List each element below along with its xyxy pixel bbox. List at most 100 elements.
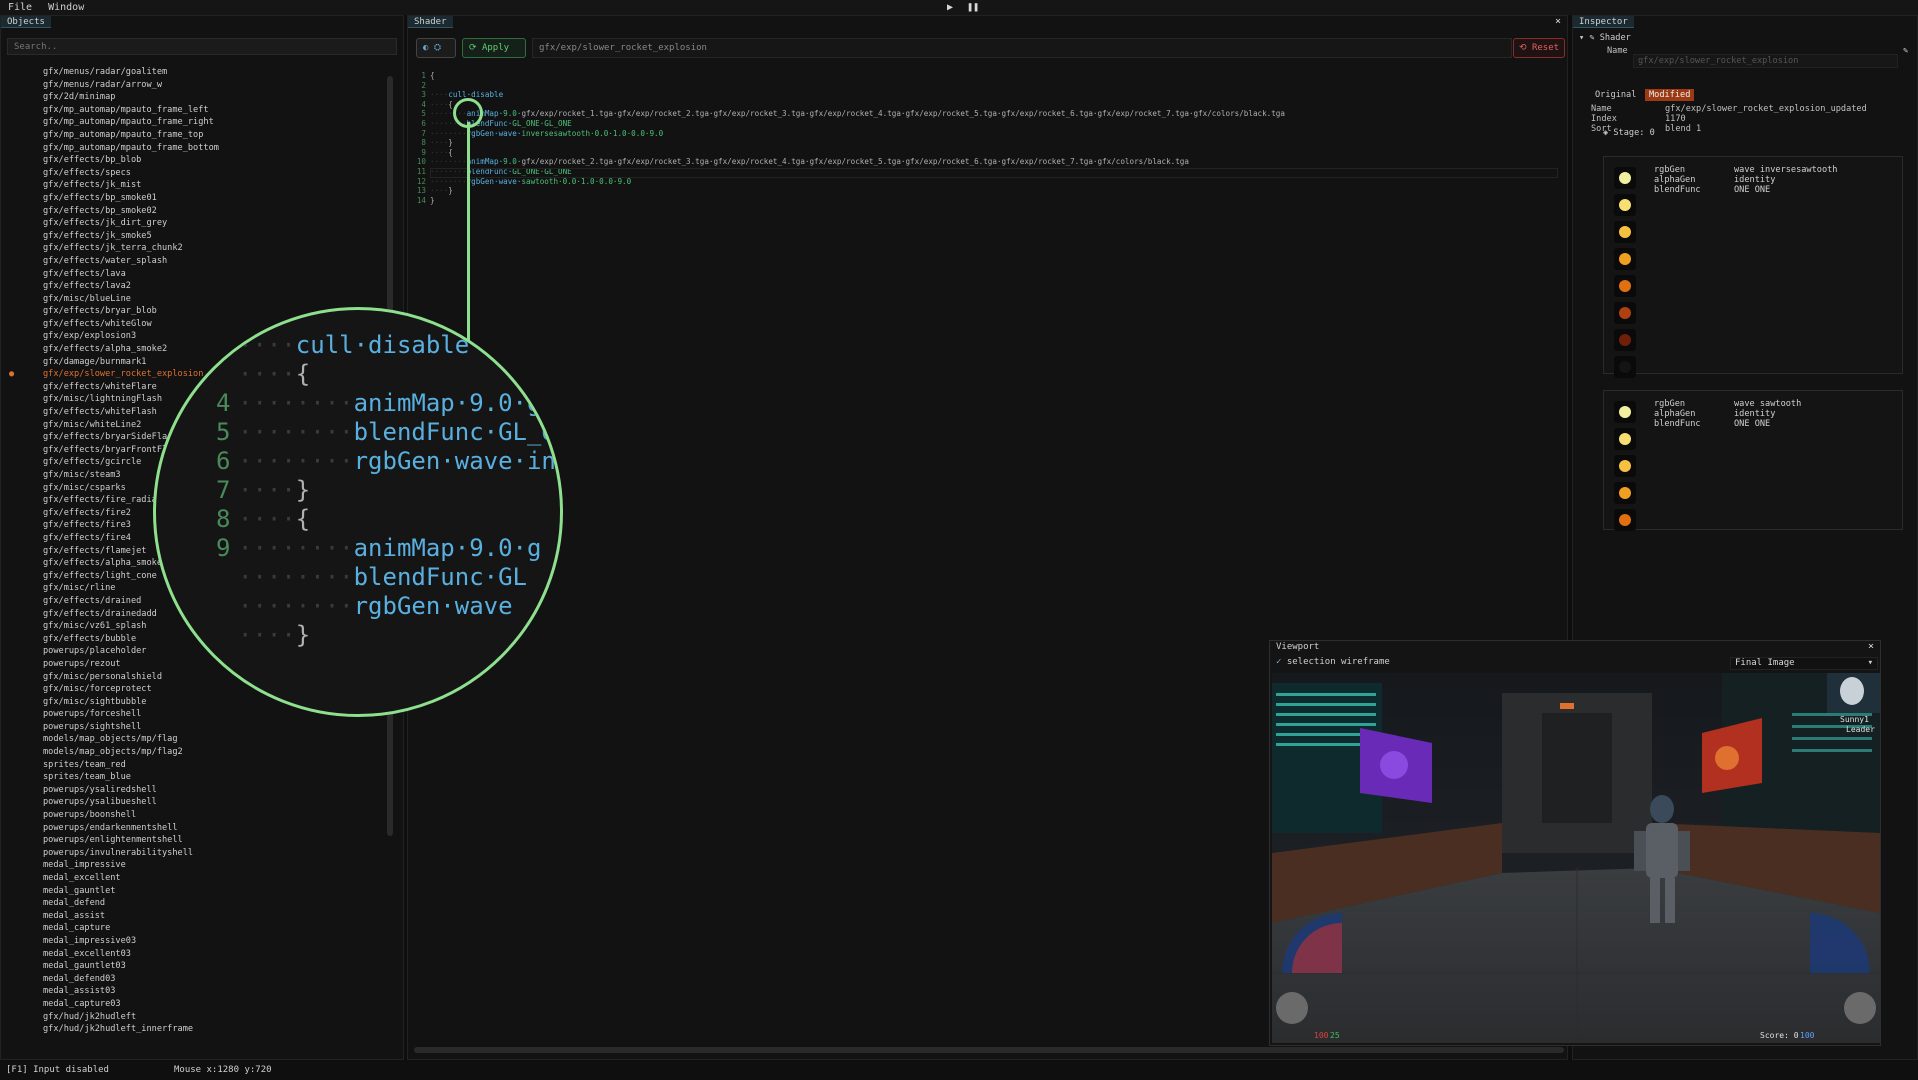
list-item[interactable]: gfx/effects/water_splash (1, 255, 393, 268)
code-line: 3 ···· cull·disable (412, 90, 1562, 100)
stage-header[interactable]: ◈ Stage: 0 (1603, 128, 1655, 138)
list-item[interactable]: gfx/effects/bp_blob (1, 154, 393, 167)
magnified-code-line: 6 ········rgbGen·wave·in (216, 447, 556, 475)
list-item[interactable]: gfx/mp_automap/mpauto_frame_bottom (1, 142, 393, 155)
pause-icon[interactable]: ❚❚ (967, 2, 979, 13)
list-item[interactable]: gfx/effects/bp_smoke01 (1, 192, 393, 205)
frame-thumbnail[interactable] (1614, 275, 1636, 297)
stage-card[interactable]: rgbGen wave inversesawtooth alphaGen identi… (1603, 156, 1903, 378)
reset-button[interactable]: ⟲ Reset (1513, 38, 1565, 58)
list-item[interactable]: gfx/hud/jk2hudleft (1, 1011, 393, 1024)
list-item[interactable]: gfx/menus/radar/goalitem (1, 66, 393, 79)
name-input[interactable]: gfx/exp/slower_rocket_explosion (1633, 54, 1898, 68)
close-icon[interactable]: × (1868, 641, 1874, 652)
list-item-label: gfx/damage/burnmark1 (43, 356, 147, 367)
list-item[interactable]: gfx/hud/jk2hudleft_innerframe (1, 1023, 393, 1036)
list-item-label: medal_defend03 (43, 973, 116, 984)
frame-thumbnail[interactable] (1614, 356, 1636, 378)
list-item[interactable]: gfx/effects/jk_mist (1, 179, 393, 192)
list-item[interactable]: gfx/effects/specs (1, 167, 393, 180)
list-item[interactable]: medal_excellent03 (1, 948, 393, 961)
frame-thumbnail[interactable] (1614, 167, 1636, 189)
list-item[interactable]: medal_impressive03 (1, 935, 393, 948)
list-item[interactable]: medal_assist03 (1, 985, 393, 998)
menu-window[interactable]: Window (40, 2, 92, 13)
list-item[interactable]: gfx/misc/blueLine (1, 293, 393, 306)
list-item[interactable]: gfx/menus/radar/arrow_w (1, 79, 393, 92)
list-item[interactable]: sprites/team_blue (1, 771, 393, 784)
list-item[interactable]: gfx/effects/jk_dirt_grey (1, 217, 393, 230)
list-item[interactable]: medal_defend03 (1, 973, 393, 986)
viewport-panel: Viewport × ✓ selection wireframe Final I… (1269, 640, 1881, 1046)
list-item[interactable]: powerups/ysaliredshell (1, 784, 393, 797)
list-item[interactable]: gfx/effects/lava (1, 268, 393, 281)
tab-modified[interactable]: Modified (1645, 89, 1695, 101)
explosion-frame-icon (1619, 280, 1631, 292)
frame-thumbnail[interactable] (1614, 455, 1636, 477)
list-item[interactable]: medal_gauntlet (1, 885, 393, 898)
field-label: Index (1591, 114, 1617, 124)
view-toggle-button[interactable]: ◐ ⛭ (416, 38, 456, 58)
list-item[interactable]: sprites/team_red (1, 759, 393, 772)
frame-thumbnail[interactable] (1614, 302, 1636, 324)
list-item[interactable]: medal_excellent (1, 872, 393, 885)
render-mode-select[interactable]: Final Image ▾ (1730, 657, 1878, 670)
frame-thumbnail[interactable] (1614, 248, 1636, 270)
list-item[interactable]: gfx/mp_automap/mpauto_frame_top (1, 129, 393, 142)
edit-icon[interactable]: ✎ (1903, 46, 1908, 56)
frame-thumbnail[interactable] (1614, 482, 1636, 504)
list-item-label: powerups/placeholder (43, 646, 147, 657)
game-render[interactable]: 100 25 Score: 0 100 Sunny1 Leader (1272, 673, 1880, 1043)
list-item[interactable]: gfx/mp_automap/mpauto_frame_left (1, 104, 393, 117)
list-item[interactable]: powerups/ysalibueshell (1, 796, 393, 809)
apply-button[interactable]: ⟳ Apply (462, 38, 526, 58)
stage-card[interactable]: rgbGen wave sawtooth alphaGen identity blend… (1603, 390, 1903, 531)
check-icon: ✓ (1276, 657, 1282, 667)
frame-thumbnail[interactable] (1614, 509, 1636, 531)
frame-thumbnail[interactable] (1614, 428, 1636, 450)
tab-objects[interactable]: Objects (1, 16, 51, 28)
tab-shader[interactable]: Shader (408, 16, 453, 28)
shader-section-header[interactable]: ▾ ✎ Shader (1579, 33, 1631, 43)
list-item[interactable]: powerups/enlightenmentshell (1, 834, 393, 847)
list-item[interactable]: medal_impressive (1, 859, 393, 872)
tab-original[interactable]: Original (1591, 89, 1640, 101)
list-item[interactable]: gfx/2d/minimap (1, 91, 393, 104)
list-item[interactable]: medal_capture (1, 922, 393, 935)
list-item[interactable]: powerups/invulnerabilityshell (1, 847, 393, 860)
list-item[interactable]: powerups/sightshell (1, 721, 393, 734)
list-item-label: gfx/misc/forceprotect (43, 684, 152, 695)
frame-thumbnail[interactable] (1614, 401, 1636, 423)
close-icon[interactable]: × (1555, 16, 1561, 27)
menu-file[interactable]: File (0, 2, 40, 13)
list-item[interactable]: gfx/mp_automap/mpauto_frame_right (1, 116, 393, 129)
tab-inspector[interactable]: Inspector (1573, 16, 1634, 28)
play-icon[interactable]: ▶ (947, 2, 953, 13)
code-editor[interactable]: 1{2 3 ···· cull·disable 4 ····{5 ········ animM… (412, 71, 1562, 205)
list-item[interactable]: models/map_objects/mp/flag (1, 733, 393, 746)
tab-viewport[interactable]: Viewport (1270, 641, 1325, 653)
shader-path-field[interactable]: gfx/exp/slower_rocket_explosion (532, 38, 1512, 58)
list-item-label: gfx/effects/flamejet (43, 545, 147, 556)
list-item[interactable]: gfx/effects/bp_smoke02 (1, 205, 393, 218)
list-item[interactable]: medal_gauntlet03 (1, 960, 393, 973)
wireframe-checkbox[interactable]: ✓ selection wireframe (1276, 657, 1390, 667)
frame-thumbnail[interactable] (1614, 221, 1636, 243)
list-item[interactable]: gfx/effects/jk_smoke5 (1, 230, 393, 243)
list-item[interactable]: powerups/boonshell (1, 809, 393, 822)
list-item[interactable]: medal_defend (1, 897, 393, 910)
list-item[interactable]: models/map_objects/mp/flag2 (1, 746, 393, 759)
magnified-code-text: blendFunc·GL_O (353, 418, 556, 446)
stage-prop-label: alphaGen (1654, 409, 1696, 419)
search-input[interactable] (7, 38, 397, 55)
list-item[interactable]: medal_assist (1, 910, 393, 923)
reset-label: Reset (1531, 43, 1560, 53)
horizontal-scrollbar[interactable] (414, 1047, 1564, 1053)
list-item[interactable]: gfx/effects/jk_terra_chunk2 (1, 242, 393, 255)
list-item[interactable]: gfx/effects/lava2 (1, 280, 393, 293)
list-item[interactable]: powerups/endarkenmentshell (1, 822, 393, 835)
magnified-code-text: rgbGen·wave·in (353, 447, 556, 475)
frame-thumbnail[interactable] (1614, 329, 1636, 351)
list-item[interactable]: medal_capture03 (1, 998, 393, 1011)
frame-thumbnail[interactable] (1614, 194, 1636, 216)
